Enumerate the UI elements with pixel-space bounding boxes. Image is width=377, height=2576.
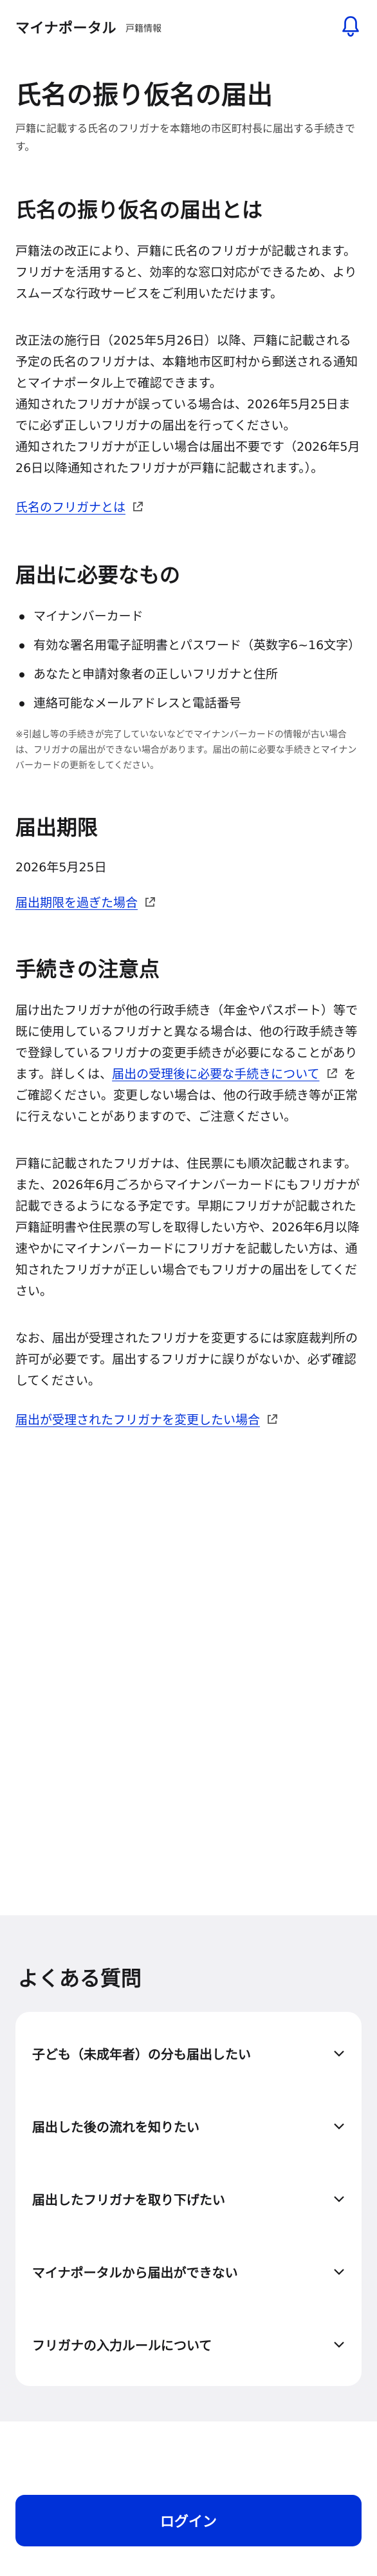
past-deadline-link[interactable]: 届出期限を過ぎた場合 [15,896,138,910]
chevron-down-icon [334,2341,344,2348]
app-title[interactable]: マイナポータル [15,17,116,37]
page-lead: 戸籍に記載する氏名のフリガナを本籍地の市区町村長に届出する手続きです。 [15,122,356,153]
faq-item-withdraw[interactable]: 届出したフリガナを取り下げたい [15,2163,362,2235]
chevron-down-icon [334,2050,344,2057]
faq-item-minor[interactable]: 子ども（未成年者）の分も届出したい [15,2017,362,2090]
deadline-heading: 届出期限 [15,815,98,840]
about-paragraph-1: 戸籍法の改正により、戸籍に氏名のフリガナが記載されます。フリガナを活用すると、効… [15,244,357,301]
external-link-icon [133,502,143,511]
list-item: 有効な署名用電子証明書とパスワード（英数字6~16文字） [15,635,360,656]
chevron-down-icon [334,2123,344,2130]
cautions-link-row: 届出が受理されたフリガナを変更したい場合 [15,1410,360,1431]
post-acceptance-procedures-link[interactable]: 届出の受理後に必要な手続きについて [112,1067,319,1081]
about-heading: 氏名の振り仮名の届出とは [15,198,263,222]
page-title: 氏名の振り仮名の届出 [15,80,273,110]
change-furigana-link[interactable]: 届出が受理されたフリガナを変更したい場合 [15,1413,260,1427]
deadline-date: 2026年5月25日 [15,860,107,875]
faq-item-cannot-submit[interactable]: マイナポータルから届出ができない [15,2235,362,2308]
login-button[interactable]: ログイン [15,2495,362,2546]
chevron-down-icon [334,2195,344,2202]
faq-section: よくある質問 子ども（未成年者）の分も届出したい 届出した後の流れを知りたい 届… [0,1915,377,2421]
faq-item-input-rules[interactable]: フリガナの入力ルールについて [15,2308,362,2381]
external-link-icon [145,897,155,907]
list-item: マイナンバーカード [15,606,360,627]
furigana-about-link[interactable]: 氏名のフリガナとは [15,500,125,515]
about-paragraph-3: 通知されたフリガナが誤っている場合は、2026年5月25日までに必ず正しいフリガ… [15,397,351,433]
app-header: マイナポータル 戸籍情報 [0,0,377,54]
bell-icon[interactable] [341,15,360,37]
external-link-icon [327,1068,337,1078]
chevron-down-icon [334,2268,344,2275]
requirements-heading: 届出に必要なもの [15,563,181,587]
faq-item-label: マイナポータルから届出ができない [32,2265,238,2280]
faq-item-flow[interactable]: 届出した後の流れを知りたい [15,2090,362,2163]
about-paragraph-2: 改正法の施行日（2025年5月26日）以降、戸籍に記載される予定の氏名のフリガナ… [15,334,358,390]
faq-item-label: 子ども（未成年者）の分も届出したい [32,2047,251,2062]
external-link-icon [268,1414,277,1424]
requirements-list: マイナンバーカード 有効な署名用電子証明書とパスワード（英数字6~16文字） あ… [15,606,360,714]
main-content: 氏名の振り仮名の届出 戸籍に記載する氏名のフリガナを本籍地の市区町村長に届出する… [0,54,377,1431]
deadline-link-row: 届出期限を過ぎた場合 [15,893,360,914]
about-paragraph-4: 通知されたフリガナが正しい場合は届出不要です（2026年5月26日以降通知された… [15,440,360,475]
faq-heading: よくある質問 [18,1966,142,1991]
faq-list: 子ども（未成年者）の分も届出したい 届出した後の流れを知りたい 届出したフリガナ… [15,2012,362,2386]
faq-item-label: フリガナの入力ルールについて [32,2338,212,2353]
list-item: あなたと申請対象者の正しいフリガナと住所 [15,664,360,685]
list-item: 連絡可能なメールアドレスと電話番号 [15,693,360,714]
cautions-paragraph-1: 届け出たフリガナが他の行政手続き（年金やパスポート）等で既に使用しているフリガナ… [15,1000,360,1128]
faq-item-label: 届出した後の流れを知りたい [32,2119,199,2135]
faq-item-label: 届出したフリガナを取り下げたい [32,2192,225,2208]
cautions-paragraph-3: なお、届出が受理されたフリガナを変更するには家庭裁判所の許可が必要です。届出する… [15,1331,358,1388]
section-label: 戸籍情報 [125,24,162,34]
requirements-note: ※引越し等の手続きが完了していないなどでマイナンバーカードの情報が古い場合は、フ… [15,730,357,771]
cautions-paragraph-2: 戸籍に記載されたフリガナは、住民票にも順次記載されます。また、2026年6月ごろ… [15,1157,360,1298]
cautions-heading: 手続きの注意点 [15,957,160,981]
about-link-row: 氏名のフリガナとは [15,497,360,518]
